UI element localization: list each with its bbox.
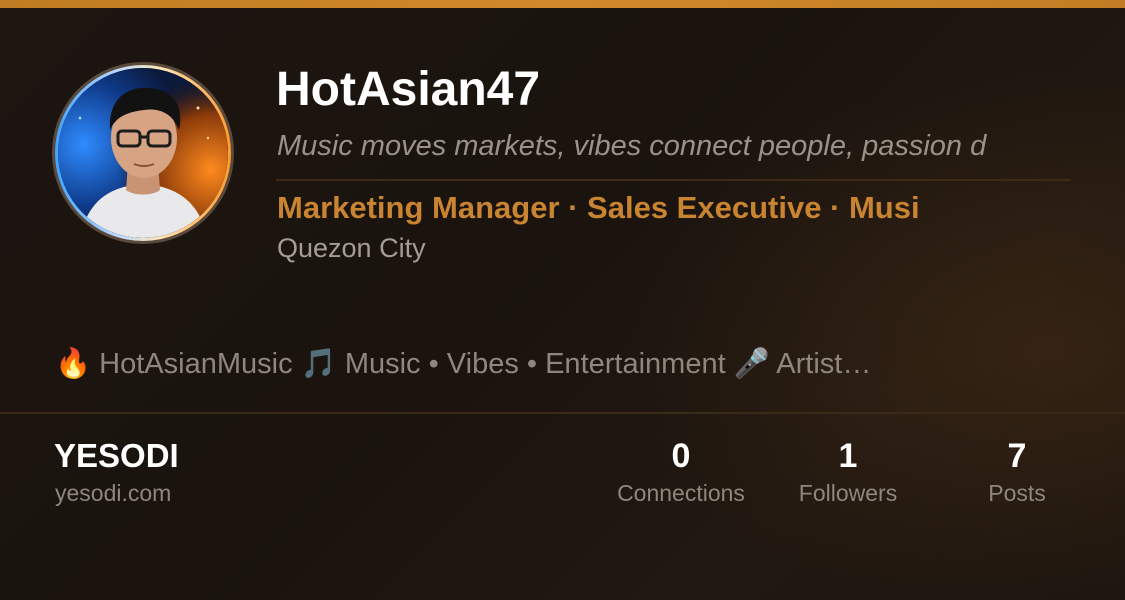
accent-top-bar [0, 0, 1125, 8]
header-divider [276, 179, 1071, 181]
stat-value: 7 [1007, 437, 1027, 475]
stat-label: Posts [988, 480, 1046, 506]
profile-name: HotAsian47 [276, 63, 541, 116]
profile-location: Quezon City [277, 233, 426, 263]
profile-roles: Marketing Manager · Sales Executive · Mu… [277, 190, 920, 225]
section-divider [0, 412, 1125, 414]
stat-value: 0 [671, 437, 691, 475]
microphone-icon: 🎤 [733, 348, 770, 380]
stat-value: 1 [838, 437, 858, 475]
organization-name[interactable]: YESODI [54, 437, 179, 475]
music-note-icon: 🎵 [300, 348, 337, 380]
stat-label: Followers [798, 480, 898, 506]
bio-text-artist: Artist… [776, 348, 872, 380]
stat-posts[interactable]: 7 Posts [932, 436, 1102, 508]
stat-label: Connections [617, 480, 745, 506]
bio-text-brand: HotAsianMusic [99, 348, 293, 380]
fire-icon: 🔥 [55, 348, 92, 380]
profile-tagline: Music moves markets, vibes connect peopl… [277, 130, 987, 162]
avatar[interactable] [52, 62, 234, 244]
bio-text-topics: Music • Vibes • Entertainment [344, 348, 726, 380]
profile-card: HotAsian47 Music moves markets, vibes co… [0, 0, 1125, 600]
organization-link[interactable]: yesodi.com [55, 479, 171, 507]
stat-followers[interactable]: 1 Followers [763, 436, 933, 508]
avatar-photo [58, 68, 228, 238]
avatar-ring [55, 65, 231, 241]
profile-bio: 🔥 HotAsianMusic 🎵 Music • Vibes • Entert… [55, 346, 905, 382]
stat-connections[interactable]: 0 Connections [596, 436, 766, 508]
